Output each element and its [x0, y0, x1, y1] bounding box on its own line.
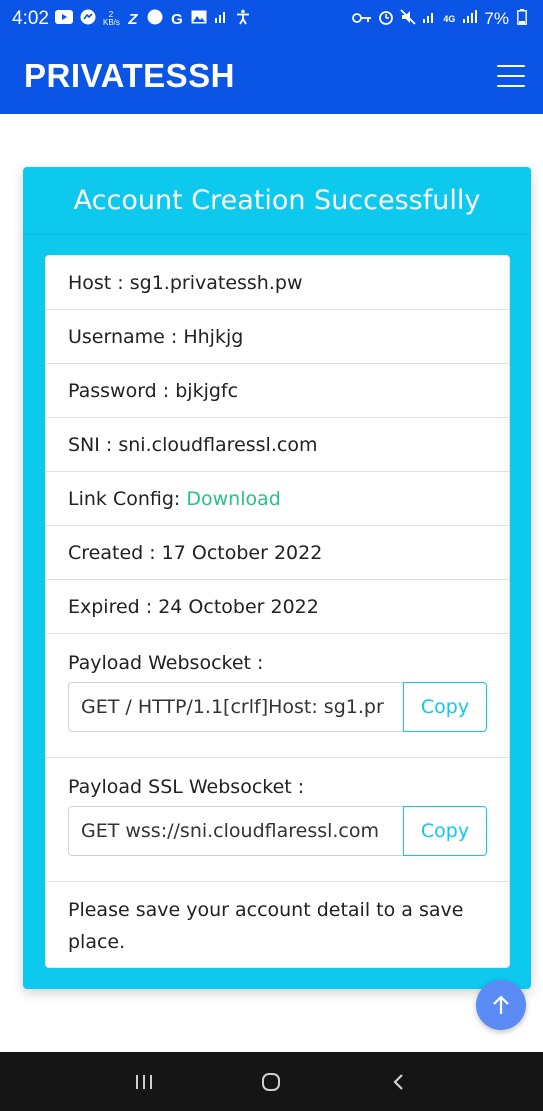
copy-websocket-button[interactable]: Copy — [403, 682, 487, 732]
payload-websocket-value: GET / HTTP/1.1[crlf]Host: sg1.pr — [81, 696, 384, 718]
data-speed-icon: 2 KB/s — [102, 10, 120, 27]
menu-icon-bar — [497, 65, 525, 67]
accessibility-icon — [235, 9, 251, 29]
payload-ssl-websocket-value: GET wss://sni.cloudflaressl.com — [81, 820, 380, 842]
expired-row: Expired : 24 October 2022 — [46, 580, 509, 634]
battery-icon — [515, 9, 529, 29]
download-link[interactable]: Download — [186, 488, 280, 510]
payload-ssl-websocket-row: Payload SSL Websocket : GET wss://sni.cl… — [46, 758, 509, 882]
messenger-icon — [80, 9, 96, 29]
account-details-list: Host : sg1.privatessh.pw Username : Hhjk… — [45, 255, 510, 968]
brand-logo[interactable]: PRIVATESSH — [24, 57, 235, 95]
account-card: Account Creation Successfully Host : sg1… — [23, 167, 531, 989]
gallery-icon — [191, 10, 207, 28]
card-header: Account Creation Successfully — [23, 167, 531, 235]
system-navigation-bar — [0, 1052, 543, 1111]
arrow-up-icon — [493, 995, 509, 1014]
save-note: Please save your account detail to a sav… — [68, 899, 464, 953]
google-icon: G — [171, 10, 183, 28]
battery-percent: 7% — [484, 9, 509, 28]
back-icon — [393, 1073, 403, 1090]
4g-icon: 4G — [443, 14, 456, 24]
menu-icon[interactable] — [497, 65, 525, 87]
link-config-label: Link Config: — [68, 487, 187, 510]
status-time: 4:02 — [12, 8, 49, 29]
top-navbar: PRIVATESSH — [0, 38, 543, 114]
alarm-icon — [378, 9, 394, 29]
home-button[interactable] — [251, 1067, 291, 1097]
sni-row: SNI : sni.cloudflaressl.com — [46, 418, 509, 472]
payload-ssl-websocket-group: GET wss://sni.cloudflaressl.com Copy — [68, 806, 487, 856]
home-icon — [262, 1072, 281, 1091]
password-row: Password : bjkjgfc — [46, 364, 509, 418]
signal-bars-icon — [462, 10, 478, 28]
created-row: Created : 17 October 2022 — [46, 526, 509, 580]
status-bar: 4:02 2 KB/s Z G 4G 7% — [0, 0, 543, 38]
mute-icon — [400, 9, 417, 29]
menu-icon-bar — [497, 75, 525, 77]
payload-websocket-row: Payload Websocket : GET / HTTP/1.1[crlf]… — [46, 634, 509, 758]
payload-ssl-websocket-label: Payload SSL Websocket : — [68, 776, 305, 798]
key-icon — [352, 11, 372, 28]
status-left-icons: 2 KB/s Z G — [54, 9, 352, 29]
host-row: Host : sg1.privatessh.pw — [46, 256, 509, 310]
z-icon: Z — [128, 10, 138, 28]
circle-app-icon — [147, 9, 163, 29]
payload-websocket-group: GET / HTTP/1.1[crlf]Host: sg1.pr Copy — [68, 682, 487, 732]
link-config-row: Link Config: Download — [46, 472, 509, 526]
back-button[interactable] — [379, 1067, 419, 1097]
youtube-icon — [54, 10, 73, 28]
scroll-to-top-button[interactable] — [476, 980, 526, 1030]
status-right-icons: 4G 7% — [352, 9, 529, 29]
recents-icon — [135, 1074, 152, 1089]
payload-ssl-websocket-input[interactable]: GET wss://sni.cloudflaressl.com — [68, 806, 403, 856]
copy-ssl-websocket-button[interactable]: Copy — [403, 806, 487, 856]
signal-icon — [422, 10, 436, 28]
card-title: Account Creation Successfully — [73, 185, 481, 216]
recents-button[interactable] — [124, 1067, 164, 1097]
menu-icon-bar — [497, 85, 525, 87]
payload-websocket-input[interactable]: GET / HTTP/1.1[crlf]Host: sg1.pr — [68, 682, 403, 732]
username-row: Username : Hhjkjg — [46, 310, 509, 364]
signal-small-icon — [214, 10, 228, 28]
payload-websocket-label: Payload Websocket : — [68, 652, 264, 674]
